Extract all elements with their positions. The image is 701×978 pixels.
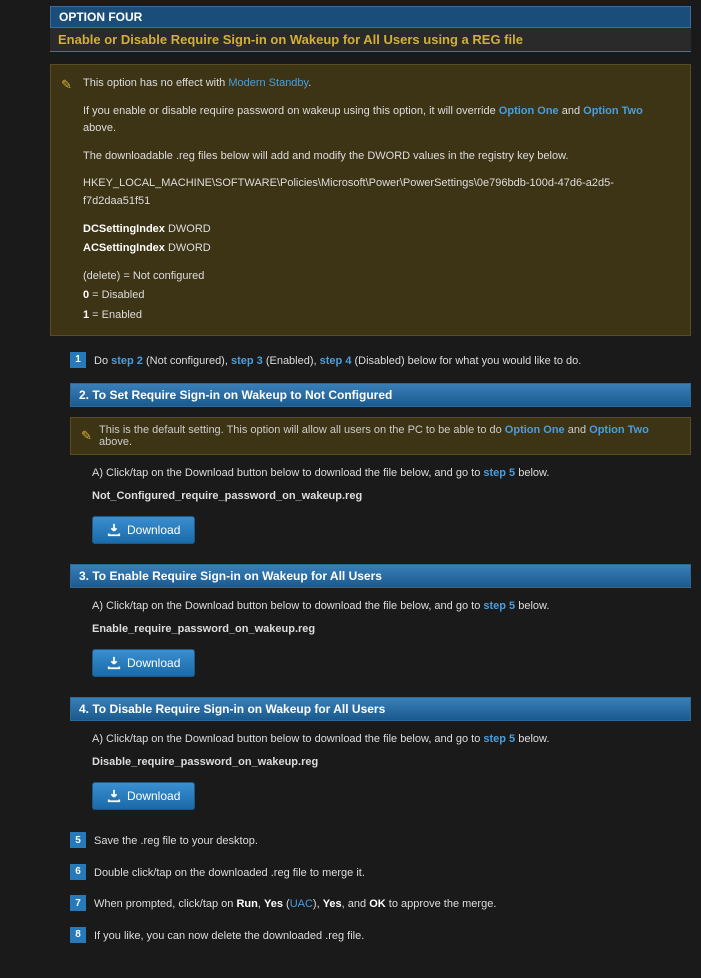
edit-icon: ✎ (81, 428, 92, 444)
step4-link[interactable]: step 4 (320, 355, 352, 367)
subsection-4-header: 4. To Disable Require Sign-in on Wakeup … (70, 697, 691, 721)
option-two-link[interactable]: Option Two (583, 105, 643, 117)
step-6: 6 Double click/tap on the downloaded .re… (70, 864, 691, 882)
step5-link[interactable]: step 5 (483, 600, 515, 612)
edit-icon: ✎ (61, 75, 72, 96)
download-button[interactable]: Download (92, 649, 195, 677)
registry-path: HKEY_LOCAL_MACHINE\SOFTWARE\Policies\Mic… (83, 175, 676, 210)
step5-link[interactable]: step 5 (483, 733, 515, 745)
info-note: ✎ This option has no effect with Modern … (50, 64, 691, 336)
download-icon (107, 523, 121, 537)
subsection-2-note: ✎ This is the default setting. This opti… (70, 417, 691, 455)
uac-link[interactable]: UAC (290, 898, 313, 910)
step2-link[interactable]: step 2 (111, 355, 143, 367)
step-number: 8 (70, 927, 86, 943)
step5-link[interactable]: step 5 (483, 467, 515, 479)
reg-filename: Disable_require_password_on_wakeup.reg (92, 754, 691, 771)
reg-filename: Not_Configured_require_password_on_wakeu… (92, 488, 691, 505)
step-1: 1 Do step 2 (Not configured), step 3 (En… (70, 352, 691, 370)
subsection-3-header: 3. To Enable Require Sign-in on Wakeup f… (70, 564, 691, 588)
step-number: 1 (70, 352, 86, 368)
step-number: 7 (70, 895, 86, 911)
download-button[interactable]: Download (92, 516, 195, 544)
step-number: 5 (70, 832, 86, 848)
reg-filename: Enable_require_password_on_wakeup.reg (92, 621, 691, 638)
step-number: 6 (70, 864, 86, 880)
section-title: Enable or Disable Require Sign-in on Wak… (50, 28, 691, 52)
option-header: OPTION FOUR (50, 6, 691, 28)
download-icon (107, 789, 121, 803)
step3-link[interactable]: step 3 (231, 355, 263, 367)
option-one-link[interactable]: Option One (499, 105, 559, 117)
step-5: 5 Save the .reg file to your desktop. (70, 832, 691, 850)
step-8: 8 If you like, you can now delete the do… (70, 927, 691, 945)
download-button[interactable]: Download (92, 782, 195, 810)
modern-standby-link[interactable]: Modern Standby (228, 77, 308, 89)
step-7: 7 When prompted, click/tap on Run, Yes (… (70, 895, 691, 913)
option-one-link[interactable]: Option One (505, 424, 565, 436)
download-icon (107, 656, 121, 670)
subsection-2-header: 2. To Set Require Sign-in on Wakeup to N… (70, 383, 691, 407)
option-two-link[interactable]: Option Two (589, 424, 649, 436)
